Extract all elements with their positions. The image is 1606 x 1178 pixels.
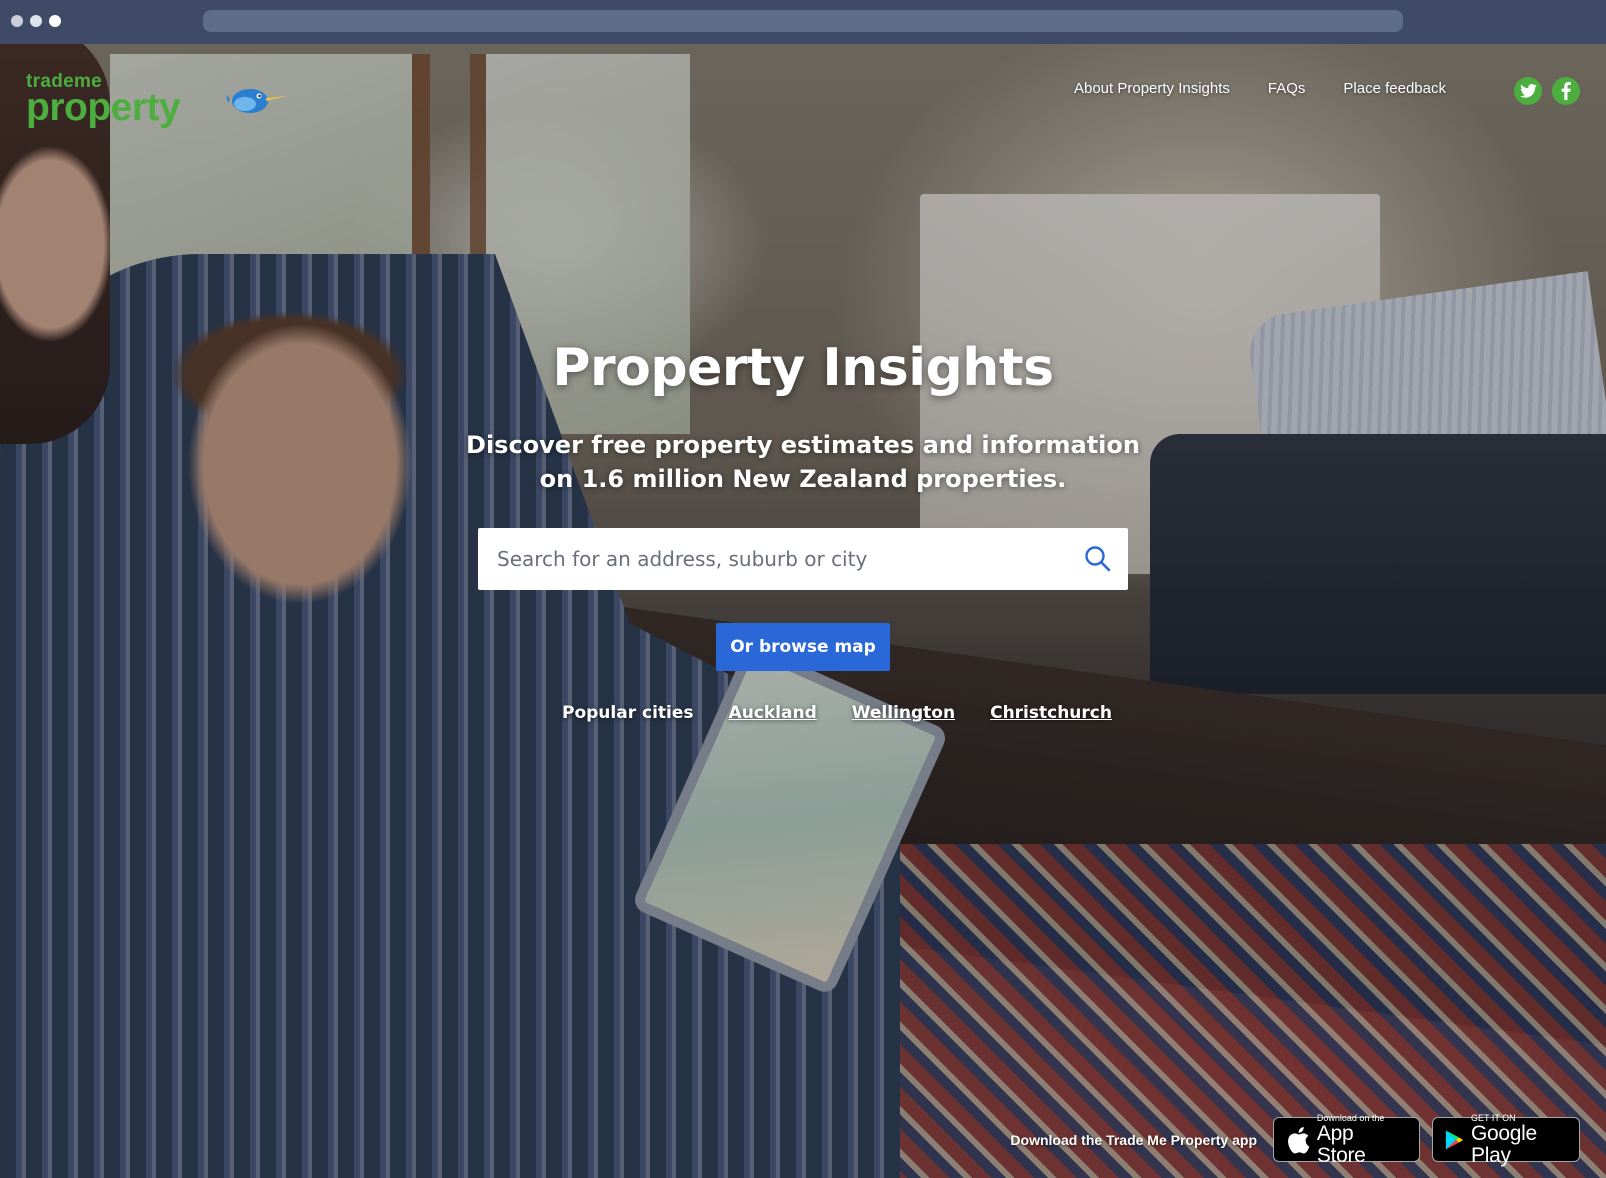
page-title: Property Insights xyxy=(552,338,1054,398)
logo-main-text: property xyxy=(26,86,181,129)
twitter-icon[interactable] xyxy=(1514,77,1542,105)
search-icon xyxy=(1085,546,1111,572)
apple-icon xyxy=(1288,1126,1310,1154)
app-store-button[interactable]: Download on the App Store xyxy=(1273,1113,1420,1166)
subtitle-line-1: Discover free property estimates and inf… xyxy=(466,431,1140,459)
search-input[interactable] xyxy=(478,528,1068,590)
app-store-big-text: App Store xyxy=(1316,1121,1366,1167)
popular-cities: Popular cities Auckland Wellington Chris… xyxy=(562,703,1112,723)
app-store-small-text: Download on the xyxy=(1316,1112,1385,1123)
window-dot-icon[interactable] xyxy=(49,15,61,27)
search-button[interactable] xyxy=(1068,528,1128,590)
facebook-icon[interactable] xyxy=(1552,77,1580,105)
app-download: Download the Trade Me Property app Downl… xyxy=(1010,1113,1580,1166)
subtitle-line-2: on 1.6 million New Zealand properties. xyxy=(539,465,1067,493)
browser-chrome xyxy=(0,0,1606,44)
trademe-property-logo[interactable]: trademe property xyxy=(26,72,287,129)
nav-feedback-link[interactable]: Place feedback xyxy=(1343,80,1446,97)
google-play-big-text: Google Play xyxy=(1471,1121,1537,1167)
nav-about-link[interactable]: About Property Insights xyxy=(1074,80,1230,97)
popular-cities-label: Popular cities xyxy=(562,703,694,723)
city-link-wellington[interactable]: Wellington xyxy=(852,703,955,723)
city-link-auckland[interactable]: Auckland xyxy=(729,703,817,723)
kiwi-bird-icon xyxy=(226,89,287,113)
app-download-label: Download the Trade Me Property app xyxy=(1010,1131,1257,1148)
window-dot-icon[interactable] xyxy=(30,15,42,27)
google-play-text: GET IT ON Google Play xyxy=(1471,1113,1567,1167)
hero-background-photo xyxy=(0,44,1606,1178)
search-box xyxy=(478,528,1128,590)
window-dot-icon[interactable] xyxy=(11,15,23,27)
city-link-christchurch[interactable]: Christchurch xyxy=(990,703,1112,723)
app-store-text: Download on the App Store xyxy=(1317,1113,1407,1167)
top-nav: About Property Insights FAQs Place feedb… xyxy=(1074,80,1446,97)
browse-map-button[interactable]: Or browse map xyxy=(716,623,890,671)
nav-faqs-link[interactable]: FAQs xyxy=(1268,80,1306,97)
photo-overlay xyxy=(0,44,1606,1178)
page-subtitle: Discover free property estimates and inf… xyxy=(453,428,1153,496)
address-bar[interactable] xyxy=(203,10,1403,32)
google-play-icon xyxy=(1445,1130,1464,1149)
google-play-small-text: GET IT ON xyxy=(1471,1112,1516,1123)
google-play-button[interactable]: GET IT ON Google Play xyxy=(1432,1113,1580,1166)
social-links xyxy=(1514,77,1580,105)
